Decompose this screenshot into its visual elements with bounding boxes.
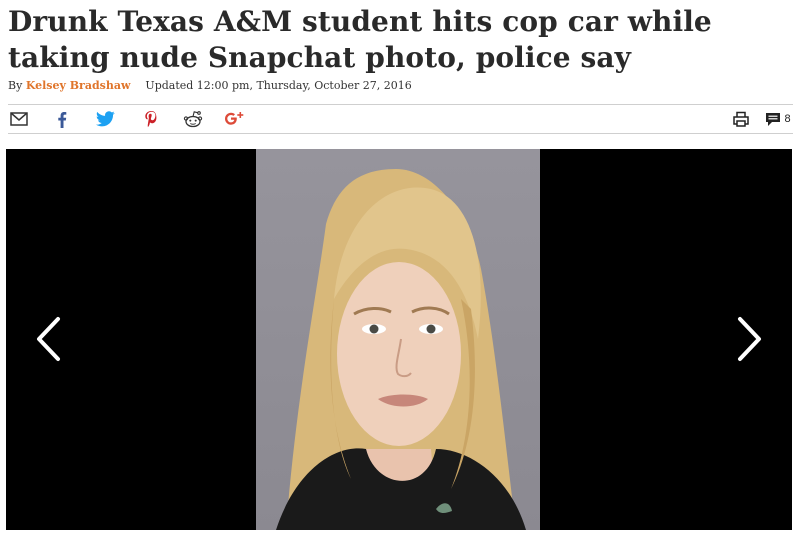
mugshot-photo xyxy=(256,149,540,530)
gallery-prev-button[interactable] xyxy=(28,314,68,364)
facebook-icon[interactable] xyxy=(52,105,72,133)
portrait-illustration xyxy=(276,169,526,530)
comment-count: 8 xyxy=(784,113,791,125)
comments-button[interactable]: 8 xyxy=(762,105,794,133)
print-icon[interactable] xyxy=(731,105,751,133)
article-headline: Drunk Texas A&M student hits cop car whi… xyxy=(8,5,712,74)
pinterest-icon[interactable] xyxy=(141,105,161,133)
share-bar: 8 xyxy=(8,104,793,134)
comment-icon xyxy=(766,112,781,126)
chevron-left-icon xyxy=(37,317,60,361)
author-link[interactable]: Kelsey Bradshaw xyxy=(26,79,131,92)
byline-prefix: By xyxy=(8,79,23,92)
mail-icon[interactable] xyxy=(8,105,30,133)
byline: By Kelsey Bradshaw Updated 12:00 pm, Thu… xyxy=(8,79,412,92)
chevron-right-icon xyxy=(738,317,761,361)
reddit-icon[interactable] xyxy=(182,105,204,133)
photo-gallery xyxy=(6,149,792,530)
updated-timestamp: Updated 12:00 pm, Thursday, October 27, … xyxy=(145,79,412,92)
google-plus-icon[interactable] xyxy=(223,105,247,133)
twitter-icon[interactable] xyxy=(94,105,116,133)
gallery-next-button[interactable] xyxy=(730,314,770,364)
